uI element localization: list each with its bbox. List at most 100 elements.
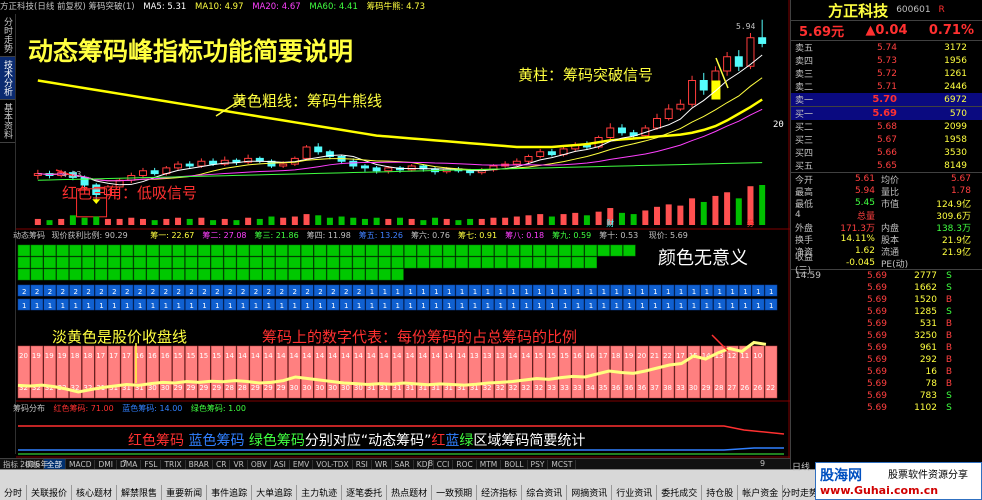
chip-cell-value: 1 xyxy=(357,302,361,310)
function-link[interactable]: 解禁限售 xyxy=(117,485,163,500)
function-link[interactable]: 事件追踪 xyxy=(207,485,253,500)
indicator-tab[interactable]: WR xyxy=(372,459,392,469)
chip-cell-green xyxy=(301,244,314,257)
function-link[interactable]: 持仓股 xyxy=(702,485,739,500)
intraday-button[interactable]: 分时走势 xyxy=(782,486,818,499)
function-link[interactable]: 大单追踪 xyxy=(252,485,298,500)
volume-bar xyxy=(58,218,65,225)
annotation-light-yellow: 淡黄色是股价收盘线 xyxy=(52,328,188,346)
volume-bar xyxy=(467,218,474,225)
chip-cell-value: 14 xyxy=(380,352,389,360)
function-link[interactable]: 网摘资讯 xyxy=(567,485,613,500)
chip-cell-value: 31 xyxy=(405,384,414,392)
indicator-tab[interactable]: MCST xyxy=(548,459,577,469)
chip-cell-value: 2 xyxy=(164,288,168,296)
indicator-tab[interactable]: BOLL xyxy=(501,459,528,469)
indicator-tab[interactable]: VOL-TDX xyxy=(313,459,353,469)
chip-now-price: 现价: 5.69 xyxy=(648,231,688,240)
chip-cell-value: 14 xyxy=(290,352,299,360)
watermark-logo: 股海网 股票软件资源分享 www.Guhai.com.cn xyxy=(815,462,982,500)
indicator-tab[interactable]: MACD xyxy=(66,459,96,469)
chip-cell-value: 1 xyxy=(563,302,567,310)
function-link[interactable]: 一致预期 xyxy=(432,485,478,500)
stock-header: 方正科技 600601 R xyxy=(791,0,982,21)
indicator-tab[interactable]: FSL xyxy=(141,459,162,469)
ask-volume: 1956 xyxy=(944,55,967,66)
function-link[interactable]: 关联报价 xyxy=(27,485,73,500)
tick-side: B xyxy=(945,355,953,365)
function-link[interactable]: 重要新闻 xyxy=(162,485,208,500)
volume-bar xyxy=(735,198,742,225)
chip-cell-value: 2 xyxy=(35,288,39,296)
function-link[interactable]: 逐笔委托 xyxy=(342,485,388,500)
timeframe-label[interactable]: 日线 xyxy=(792,460,810,473)
indicator-tab[interactable]: VR xyxy=(230,459,248,469)
function-link[interactable]: 主力轨迹 xyxy=(297,485,343,500)
function-link[interactable]: 分时 xyxy=(0,485,28,500)
indicator-tab[interactable]: DMI xyxy=(95,459,117,469)
chip-cell-value: 1 xyxy=(280,302,284,310)
chip-cell-value: 1 xyxy=(383,302,387,310)
indicator-tab[interactable]: PSY xyxy=(528,459,549,469)
candle-body xyxy=(185,163,194,167)
indicator-tab[interactable]: BRAR xyxy=(186,459,214,469)
function-link[interactable]: 综合资讯 xyxy=(522,485,568,500)
tick-price: 5.69 xyxy=(866,379,887,389)
indicator-tab[interactable]: OBV xyxy=(248,459,271,469)
function-link[interactable]: 核心题材 xyxy=(72,485,118,500)
bid-price: 5.69 xyxy=(872,108,897,119)
tab-intraday[interactable]: 分时走势 xyxy=(0,14,15,57)
watermark-url: www.Guhai.com.cn xyxy=(820,484,939,497)
chip-cell-value: 22 xyxy=(766,384,775,392)
indicator-tab[interactable]: MTM xyxy=(477,459,502,469)
chip-cell-green xyxy=(82,244,95,257)
tick-price: 5.69 xyxy=(866,319,887,329)
chip-cell-green xyxy=(30,268,44,281)
tick-row: 14:59 5.69 2777 S xyxy=(791,270,982,282)
volume-bar xyxy=(490,217,497,225)
bid-row: 买三 5.67 1958 xyxy=(791,133,982,147)
indicator-tab[interactable]: CCI xyxy=(434,459,454,469)
function-link[interactable]: 经济指标 xyxy=(477,485,523,500)
bid-volume: 3530 xyxy=(944,147,967,158)
function-link[interactable]: 帐户资金 xyxy=(738,485,784,500)
stat-value: 5.94 xyxy=(854,186,875,196)
stat-label: 最低 xyxy=(795,199,814,210)
watermark-brand: 股海网 xyxy=(820,468,862,484)
chip-cell-green xyxy=(584,256,597,269)
chip-cell-value: 2 xyxy=(177,288,181,296)
function-link[interactable]: 委托成交 xyxy=(657,485,703,500)
indicator-tab[interactable]: ROC xyxy=(453,459,477,469)
volume-bar xyxy=(81,217,88,225)
chip-cell-value: 1 xyxy=(718,302,722,310)
ask-price: 5.74 xyxy=(876,42,897,53)
chip-cell-value: 16 xyxy=(148,352,157,360)
volume-bar xyxy=(572,212,579,225)
indicator-tab[interactable]: RSI xyxy=(353,459,372,469)
chip-cell-value: 32 xyxy=(534,384,543,392)
chip-cell-green xyxy=(545,244,559,257)
chip-cell-value: 14 xyxy=(315,352,324,360)
chip-cell-green xyxy=(210,244,224,257)
indicator-tab[interactable]: SAR xyxy=(392,459,414,469)
indicator-tab[interactable]: EMV xyxy=(290,459,314,469)
ask-label: 卖四 xyxy=(795,57,814,67)
volume-bar xyxy=(139,218,146,225)
indicator-tab[interactable]: DMA xyxy=(117,459,142,469)
indicator-tab[interactable]: 指标 xyxy=(0,458,22,470)
chip-cell-green xyxy=(339,256,353,269)
chip-cell-value: 30 xyxy=(328,384,337,392)
indicator-tab[interactable]: ASI xyxy=(271,459,290,469)
indicator-tab[interactable]: CR xyxy=(213,459,231,469)
tab-technical[interactable]: 技术分析 xyxy=(0,57,15,100)
tab-fundamentals[interactable]: 基本资料 xyxy=(0,100,15,143)
chip-cell-green xyxy=(558,244,572,257)
summary-blue2: 蓝 xyxy=(445,433,460,449)
function-link[interactable]: 行业资讯 xyxy=(612,485,658,500)
function-link[interactable]: 热点题材 xyxy=(387,485,433,500)
chip-cell-value: 1 xyxy=(486,302,490,310)
indicator-tab[interactable]: TRIX xyxy=(161,459,186,469)
chip-cell-green xyxy=(198,256,211,269)
chip-cell-value: 1 xyxy=(86,302,90,310)
chip-cell-value: 2 xyxy=(86,288,90,296)
